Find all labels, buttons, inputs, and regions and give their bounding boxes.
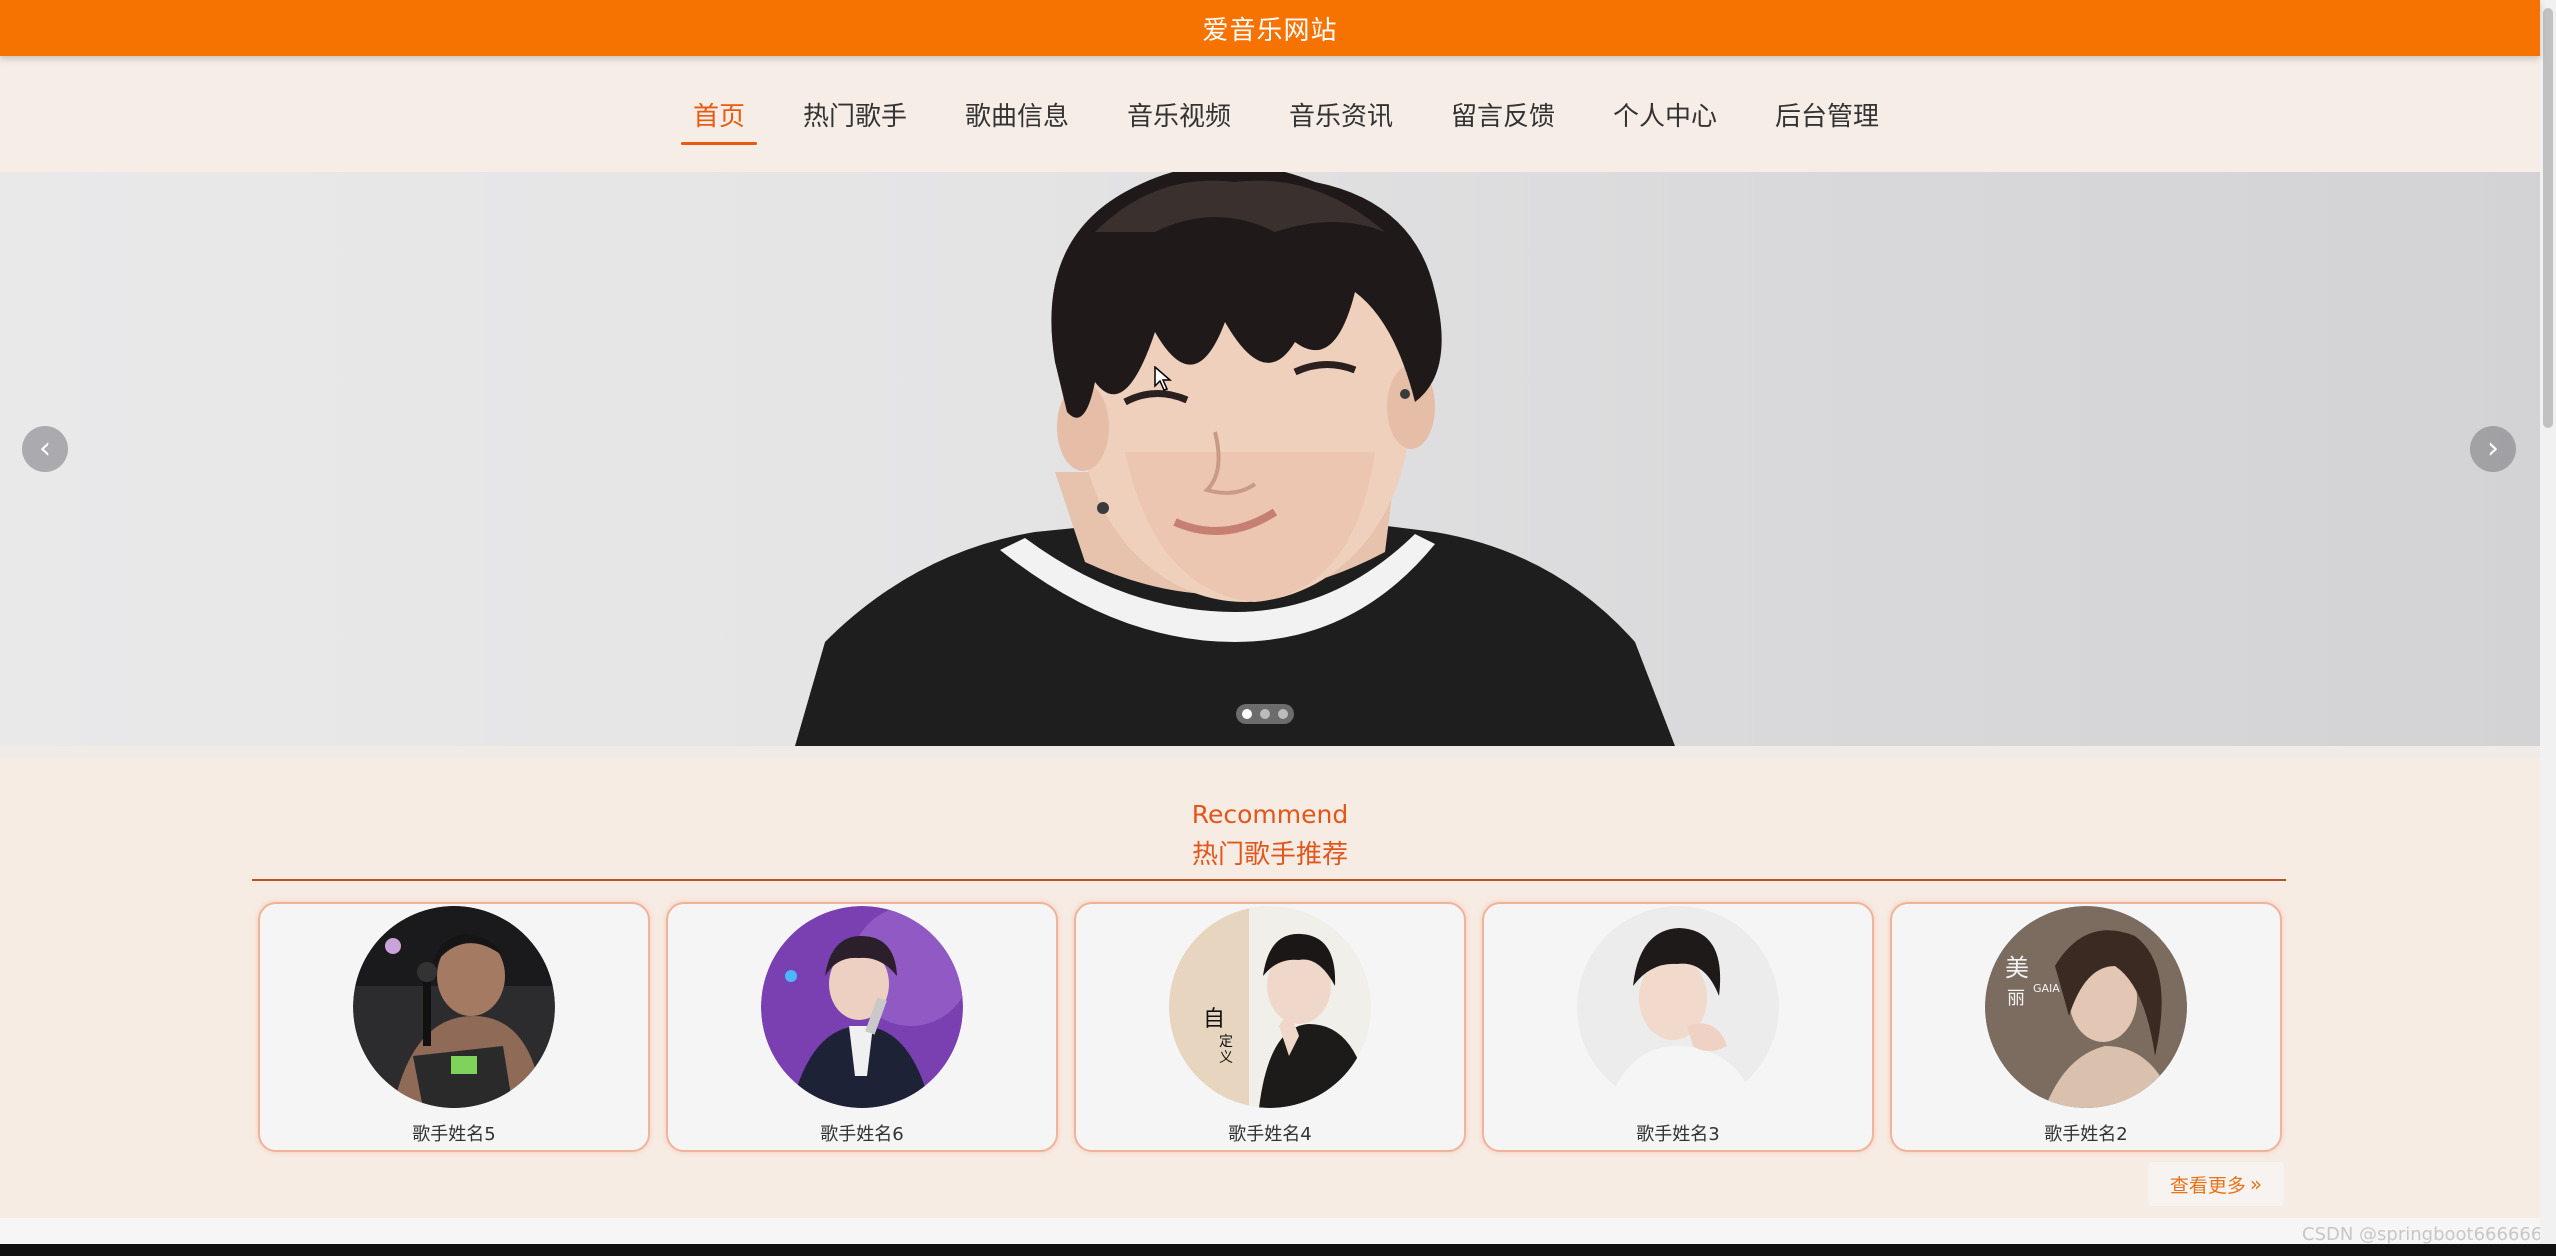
section-title-en: Recommend [1191,800,1349,829]
page-scrollbar[interactable] [2540,0,2556,1244]
singer-name: 歌手姓名4 [1228,1124,1312,1145]
nav-item-songs[interactable]: 歌曲信息 [953,96,1081,145]
nav-item-admin[interactable]: 后台管理 [1763,96,1891,145]
chevron-right-icon: › [2487,431,2499,466]
view-more-button[interactable]: 查看更多 » [2148,1162,2284,1206]
footer-band [0,1218,2540,1244]
scrollbar-thumb[interactable] [2543,8,2553,428]
section-underline [252,879,2286,881]
nav-item-feedback[interactable]: 留言反馈 [1439,96,1567,145]
nav-item-music-news[interactable]: 音乐资讯 [1277,96,1405,145]
svg-text:GAIA: GAIA [2033,982,2060,995]
nav-item-home[interactable]: 首页 [680,96,757,145]
singer-card[interactable]: 美 丽 GAIA 歌手姓名2 [1890,902,2282,1152]
svg-text:自: 自 [1203,1007,1225,1032]
singer-avatar [761,906,963,1108]
section-divider [0,746,2540,758]
singer-name: 歌手姓名2 [2044,1124,2128,1145]
singer-avatar [353,906,555,1108]
singer-card-list: 歌手姓名5 歌手姓名6 自 定 义 歌手姓名4 歌手姓名3 美 丽 GAIA 歌… [258,902,2282,1152]
mouse-cursor-icon [1154,366,1172,391]
carousel-dot-3[interactable] [1278,709,1288,719]
svg-text:美: 美 [2005,954,2029,982]
nav-item-music-videos[interactable]: 音乐视频 [1115,96,1243,145]
svg-text:定: 定 [1219,1034,1233,1050]
singer-card[interactable]: 歌手姓名6 [666,902,1058,1152]
window-bottom-bar [0,1244,2556,1256]
singer-card[interactable]: 歌手姓名3 [1482,902,1874,1152]
singer-name: 歌手姓名6 [820,1124,904,1145]
singer-name: 歌手姓名3 [1636,1124,1720,1145]
carousel-indicators [1236,704,1294,724]
watermark: CSDN @springboot666666 [2302,1224,2543,1245]
singer-name: 歌手姓名5 [412,1124,496,1145]
section-title-zh: 热门歌手推荐 [1191,840,1348,870]
singer-avatar [1577,906,1779,1108]
nav-item-profile[interactable]: 个人中心 [1601,96,1729,145]
banner-carousel[interactable]: ‹ › [0,172,2540,746]
main-nav: 首页 热门歌手 歌曲信息 音乐视频 音乐资讯 留言反馈 个人中心 后台管理 [0,56,2540,172]
singer-avatar: 自 定 义 [1169,906,1371,1108]
svg-text:丽: 丽 [2007,988,2025,1009]
nav-list: 首页 热门歌手 歌曲信息 音乐视频 音乐资讯 留言反馈 个人中心 后台管理 [680,84,1891,145]
svg-text:义: 义 [1219,1050,1233,1066]
site-title: 爱音乐网站 [1202,15,1338,46]
chevron-left-icon: ‹ [39,431,51,466]
view-more-label: 查看更多 [2169,1174,2246,1197]
singer-avatar: 美 丽 GAIA [1985,906,2187,1108]
carousel-prev-button[interactable]: ‹ [22,426,68,472]
site-header: 爱音乐网站 [0,0,2540,56]
double-chevron-right-icon: » [2249,1172,2263,1196]
banner-singer-photo [795,172,1675,746]
singer-card[interactable]: 自 定 义 歌手姓名4 [1074,902,1466,1152]
carousel-dot-2[interactable] [1260,709,1270,719]
nav-item-hot-singers[interactable]: 热门歌手 [791,96,919,145]
carousel-next-button[interactable]: › [2470,426,2516,472]
carousel-dot-1[interactable] [1242,709,1252,719]
singer-card[interactable]: 歌手姓名5 [258,902,650,1152]
recommend-section: Recommend 热门歌手推荐 歌手姓名5 歌手姓名6 自 定 义 歌手姓名4… [0,758,2540,1218]
